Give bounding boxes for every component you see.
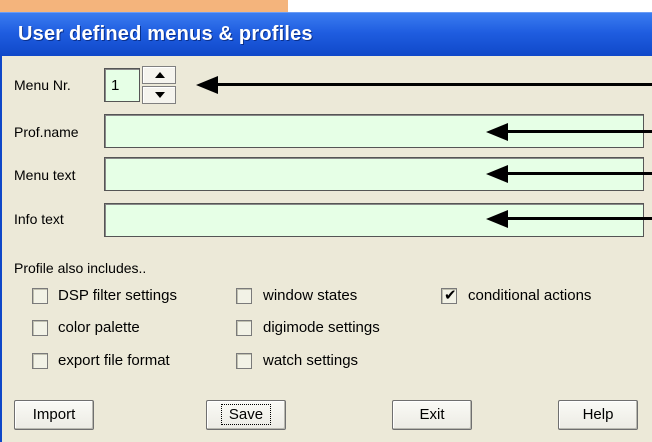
exit-button[interactable]: Exit xyxy=(392,400,472,430)
menu-nr-spinner[interactable] xyxy=(142,66,176,104)
export-file-format-checkbox[interactable] xyxy=(32,353,48,369)
import-button[interactable]: Import xyxy=(14,400,94,430)
export-file-format-label: export file format xyxy=(58,352,170,369)
background-strip xyxy=(0,0,288,12)
info-text-field[interactable] xyxy=(104,203,644,237)
save-button-label: Save xyxy=(220,404,272,425)
arrow-line xyxy=(504,172,652,175)
dsp-filter-label: DSP filter settings xyxy=(58,287,177,304)
arrow-line xyxy=(504,217,652,220)
exit-button-label: Exit xyxy=(419,406,445,423)
color-palette-label: color palette xyxy=(58,319,140,336)
help-button-label: Help xyxy=(582,406,614,423)
watch-settings-label: watch settings xyxy=(263,352,359,369)
window-title: User defined menus & profiles xyxy=(18,23,313,45)
window-states-label: window states xyxy=(263,287,358,304)
arrow-line xyxy=(214,83,652,86)
triangle-up-icon xyxy=(155,72,165,78)
digimode-settings-label: digimode settings xyxy=(263,319,380,336)
color-palette-checkbox[interactable] xyxy=(32,320,48,336)
digimode-settings-checkbox[interactable] xyxy=(236,320,252,336)
menu-nr-input[interactable]: 1 xyxy=(104,68,140,102)
profile-includes-heading: Profile also includes.. xyxy=(14,260,147,276)
info-text-label: Info text xyxy=(14,211,64,227)
arrow-line xyxy=(504,130,652,133)
menu-nr-label: Menu Nr. xyxy=(14,77,71,93)
help-button[interactable]: Help xyxy=(558,400,638,430)
spin-up-button[interactable] xyxy=(142,66,176,84)
window-states-checkbox[interactable] xyxy=(236,288,252,304)
conditional-actions-label: conditional actions xyxy=(468,287,592,304)
title-bar[interactable]: User defined menus & profiles xyxy=(0,12,652,57)
watch-settings-checkbox[interactable] xyxy=(236,353,252,369)
conditional-actions-checkbox[interactable]: ✔ xyxy=(441,286,457,304)
prof-name-label: Prof.name xyxy=(14,124,79,140)
import-button-label: Import xyxy=(32,406,76,423)
save-button[interactable]: Save xyxy=(206,400,286,430)
menu-text-label: Menu text xyxy=(14,167,76,183)
triangle-down-icon xyxy=(155,92,165,98)
dsp-filter-checkbox[interactable] xyxy=(32,288,48,304)
spin-down-button[interactable] xyxy=(142,86,176,104)
checkmark-icon: ✔ xyxy=(444,286,457,304)
